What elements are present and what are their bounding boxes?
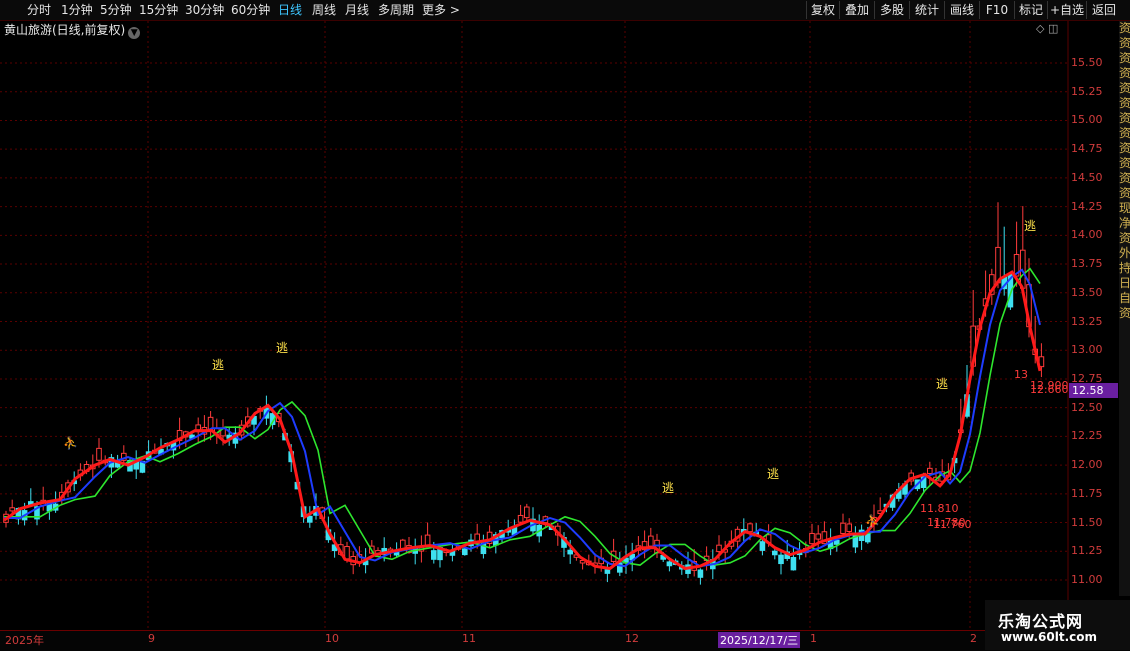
candle-body [716, 544, 722, 553]
candle-body [747, 523, 753, 533]
escape-signal-label: 逃 [662, 481, 674, 495]
candle-body [778, 554, 784, 565]
price-tick-label: 14.50 [1071, 170, 1103, 184]
price-label: 11.760 [933, 518, 972, 531]
candle-body [846, 523, 853, 532]
price-tick-label: 11.75 [1071, 486, 1103, 500]
price-tick-label: 12.25 [1071, 429, 1103, 443]
ma-line-red [3, 270, 1042, 571]
candle-body [809, 532, 815, 545]
side-info-char: 资 [1119, 81, 1130, 95]
candle-body [524, 506, 530, 519]
candle-body [772, 550, 778, 556]
current-price-tag: 12.58 [1069, 383, 1118, 398]
price-tick-label: 15.50 [1071, 56, 1103, 69]
side-info-char: 资 [1119, 141, 1130, 155]
price-tick-label: 11.00 [1071, 573, 1103, 586]
candle-body [344, 546, 350, 560]
kline-chart[interactable]: 逃逃逃逃逃逃⛹⛹11.81011.78011.7601312.90012.660 [0, 0, 1130, 650]
side-info-char: 资 [1119, 36, 1130, 50]
side-info-char: 自 [1119, 291, 1130, 305]
date-axis: 2025年 9 10 11 12 2025/12/17/三 1 2 [0, 630, 1130, 651]
side-info-char: 资 [1119, 21, 1130, 35]
price-tick-label: 11.25 [1071, 544, 1103, 558]
price-tick-label: 13.75 [1071, 257, 1103, 271]
candle-body [697, 569, 704, 578]
candle-body [9, 507, 15, 512]
candle-body [666, 561, 673, 567]
watermark-url: www.60lt.com [1001, 630, 1098, 644]
date-label-feb: 2 [970, 632, 977, 645]
price-tick-label: 13.50 [1071, 285, 1103, 299]
date-label-nov: 11 [462, 632, 476, 645]
side-info-strip[interactable]: 资资资资资资资资资资资资现净资外持日自资 [1119, 21, 1130, 596]
side-info-char: 持 [1119, 261, 1130, 275]
escape-signal-label: 逃 [212, 358, 224, 372]
side-info-char: 资 [1119, 231, 1130, 245]
side-info-char: 外 [1119, 246, 1130, 260]
candle-body [759, 541, 766, 551]
escape-signal-label: 逃 [936, 377, 948, 391]
side-info-char: 现 [1119, 201, 1130, 215]
date-label-oct: 10 [325, 632, 339, 645]
side-info-char: 日 [1119, 276, 1130, 290]
side-info-char: 资 [1119, 171, 1130, 185]
candle-body [790, 557, 797, 571]
price-tick-label: 14.25 [1071, 199, 1103, 213]
price-tick-label: 11.50 [1071, 515, 1103, 529]
escape-signal-label: 逃 [276, 341, 288, 355]
price-label: 13 [1014, 368, 1028, 381]
price-label: 12.660 [1030, 383, 1069, 396]
price-tick-label: 12.50 [1071, 400, 1103, 414]
candle-body [840, 522, 846, 534]
candle-body [604, 569, 611, 574]
person-arrow-icon: ⛹ [865, 513, 880, 528]
escape-signal-label: 逃 [767, 467, 779, 481]
candle-body [927, 467, 933, 474]
candle-body [648, 535, 654, 547]
price-tick-label: 15.25 [1071, 84, 1103, 98]
candle-body [517, 514, 524, 523]
side-info-char: 资 [1119, 111, 1130, 125]
side-info-char: 资 [1119, 96, 1130, 110]
date-label-start: 2025年 [5, 634, 44, 647]
watermark-title: 乐淘公式网 [998, 612, 1084, 631]
side-info-char: 资 [1119, 66, 1130, 80]
cursor-date-label: 2025/12/17/三 [718, 632, 801, 648]
candle-body [207, 416, 214, 430]
price-tick-label: 14.75 [1071, 142, 1103, 156]
grid-lines [0, 21, 1068, 630]
date-label-dec: 12 [625, 632, 639, 645]
candle-body [834, 539, 840, 545]
price-tick-label: 13.00 [1071, 343, 1103, 357]
candle-body [815, 533, 822, 540]
price-tick-label: 15.00 [1071, 113, 1103, 127]
side-info-char: 资 [1119, 156, 1130, 170]
date-label-sep: 9 [148, 632, 155, 645]
side-info-char: 净 [1119, 216, 1130, 230]
date-label-jan: 1 [810, 632, 817, 645]
candle-body [462, 548, 468, 556]
side-info-char: 资 [1119, 306, 1130, 320]
escape-signal-label: 逃 [1024, 219, 1036, 233]
candle-body [96, 447, 102, 461]
side-info-char: 资 [1119, 186, 1130, 200]
candlesticks [3, 202, 1045, 585]
person-arrow-icon: ⛹ [63, 435, 78, 450]
candle-body [567, 549, 574, 555]
candle-body [431, 550, 437, 560]
side-info-char: 资 [1119, 51, 1130, 65]
candle-body [307, 515, 313, 523]
price-label: 11.810 [920, 502, 959, 515]
side-info-char: 资 [1119, 126, 1130, 140]
site-watermark: 乐淘公式网 www.60lt.com [985, 600, 1130, 650]
price-tick-label: 13.25 [1071, 314, 1103, 328]
price-tick-label: 12.00 [1071, 458, 1103, 472]
price-tick-label: 14.00 [1071, 228, 1103, 242]
candle-body [424, 534, 431, 546]
